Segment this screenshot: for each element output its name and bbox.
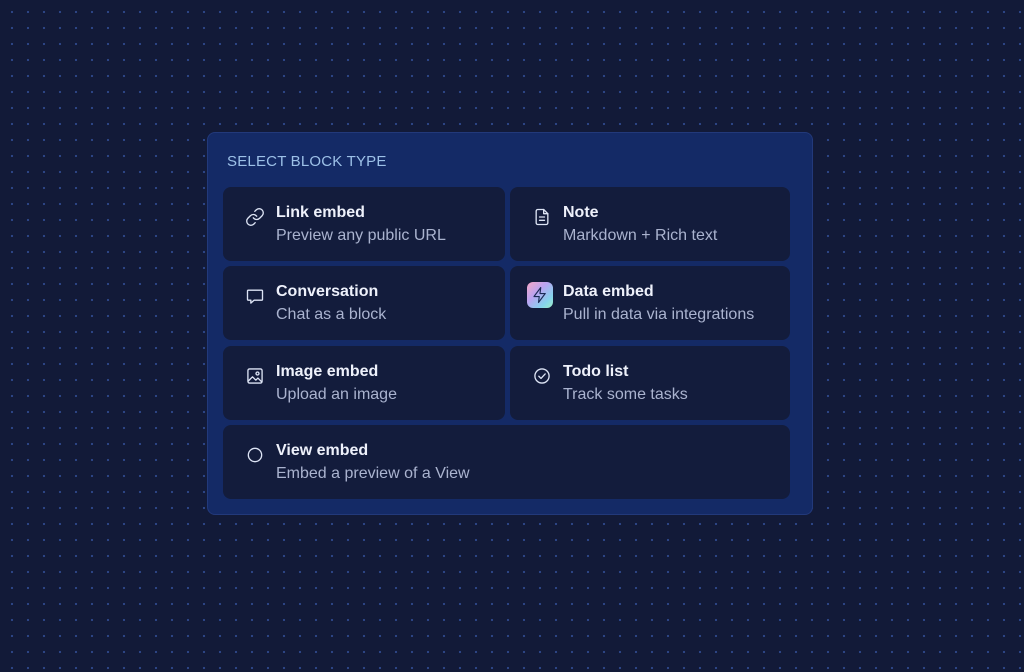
block-option-view-embed[interactable]: View embed Embed a preview of a View xyxy=(223,425,790,499)
block-option-subtitle: Chat as a block xyxy=(276,306,387,323)
link-icon xyxy=(243,205,267,229)
block-option-subtitle: Preview any public URL xyxy=(276,227,446,244)
block-option-title: Conversation xyxy=(276,283,379,300)
block-option-data-embed[interactable]: Data embed Pull in data via integrations xyxy=(510,266,790,340)
block-option-todo-list[interactable]: Todo list Track some tasks xyxy=(510,346,790,420)
block-option-subtitle: Upload an image xyxy=(276,386,397,403)
panel-title: SELECT BLOCK TYPE xyxy=(227,153,387,170)
chat-bubble-icon xyxy=(243,284,267,308)
lightning-icon xyxy=(527,282,553,308)
block-option-note[interactable]: Note Markdown + Rich text xyxy=(510,187,790,261)
block-option-title: Image embed xyxy=(276,363,379,380)
block-option-subtitle: Markdown + Rich text xyxy=(563,227,718,244)
block-option-link-embed[interactable]: Link embed Preview any public URL xyxy=(223,187,505,261)
note-icon xyxy=(530,205,554,229)
block-option-subtitle: Embed a preview of a View xyxy=(276,465,470,482)
block-option-title: Data embed xyxy=(563,283,654,300)
block-type-picker: SELECT BLOCK TYPE Link embed Preview any… xyxy=(207,132,813,515)
block-option-title: View embed xyxy=(276,442,369,459)
block-option-title: Link embed xyxy=(276,204,365,221)
block-option-title: Todo list xyxy=(563,363,629,380)
block-option-conversation[interactable]: Conversation Chat as a block xyxy=(223,266,505,340)
block-option-subtitle: Pull in data via integrations xyxy=(563,306,755,323)
image-icon xyxy=(243,364,267,388)
block-option-title: Note xyxy=(563,204,599,221)
check-circle-icon xyxy=(530,364,554,388)
block-option-image-embed[interactable]: Image embed Upload an image xyxy=(223,346,505,420)
block-option-subtitle: Track some tasks xyxy=(563,386,688,403)
circle-icon xyxy=(243,443,267,467)
